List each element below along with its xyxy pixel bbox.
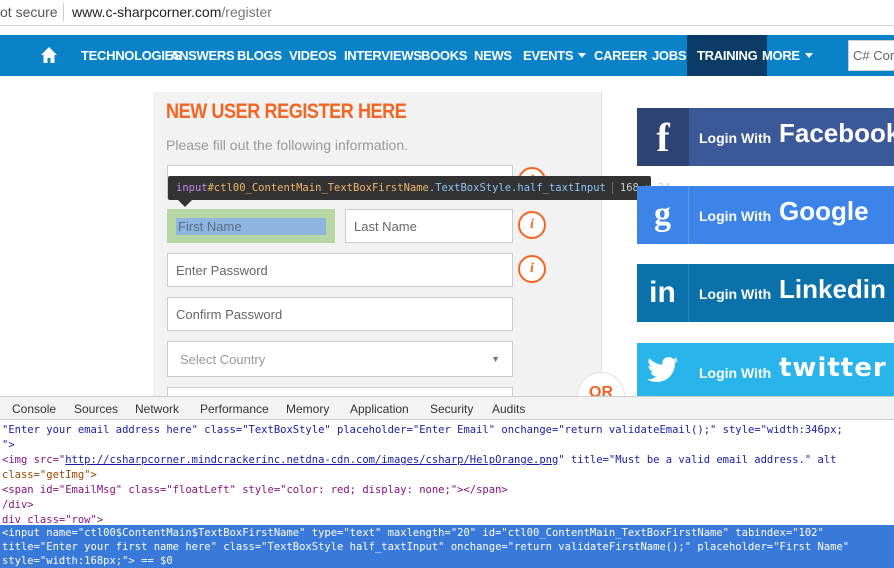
url-text[interactable]: www.c-sharpcorner.com/register (72, 4, 272, 20)
code-line-text: div class="row"> (2, 514, 104, 526)
tooltip-tag: input (176, 182, 208, 194)
tab-security[interactable]: Security (430, 402, 473, 416)
google-icon: g (637, 186, 689, 244)
google-login-button[interactable]: g Login With Google (637, 186, 894, 244)
code-line[interactable]: /div> (2, 498, 34, 513)
password-info-icon[interactable]: i (518, 255, 546, 283)
code-line-text: /div> (2, 499, 34, 511)
name-info-icon[interactable]: i (518, 211, 546, 239)
tooltip-classes: .TextBoxStyle.half_taxtInput (428, 182, 606, 194)
code-line[interactable]: "Enter your email address here" class="T… (2, 423, 843, 438)
form-subtitle: Please fill out the following informatio… (166, 137, 409, 153)
tooltip-arrow (178, 200, 192, 207)
code-link[interactable]: http://csharpcorner.mindcrackerinc.netdn… (65, 454, 558, 466)
last-name-placeholder: Last Name (354, 218, 417, 234)
nav-item-events[interactable]: EVENTS (523, 35, 587, 76)
elements-panel: "Enter your email address here" class="T… (0, 420, 894, 568)
code-line-text: "> (2, 439, 15, 451)
dropdown-arrow-icon: ▼ (491, 354, 500, 364)
nav-item-books[interactable]: BOOKS (421, 35, 467, 76)
code-line-selected[interactable]: style="width:168px;"> == $0 (2, 554, 173, 568)
nav-item-more[interactable]: MORE (762, 35, 813, 76)
nav-item-blogs[interactable]: BLOGS (237, 35, 282, 76)
security-indicator[interactable]: ot secure (0, 4, 58, 20)
code-line-text: class="getImg"> (2, 469, 97, 481)
password-field[interactable]: Enter Password (167, 253, 513, 287)
twitter-login-prefix: Login With (699, 365, 772, 381)
address-bar[interactable]: ot secure www.c-sharpcorner.com/register (0, 0, 894, 26)
chevron-down-icon (804, 53, 813, 58)
nav-item-career[interactable]: CAREER (594, 35, 647, 76)
inspect-tooltip: input#ctl00_ContentMain_TextBoxFirstName… (168, 176, 671, 200)
country-placeholder: Select Country (180, 351, 266, 367)
home-icon[interactable] (40, 46, 58, 64)
code-line-selected[interactable]: title="Enter your first name here" class… (2, 540, 849, 555)
code-line-text: style="width:168px;"> == $0 (2, 555, 173, 567)
last-name-field[interactable]: Last Name (345, 209, 513, 243)
facebook-login-prefix: Login With (699, 130, 772, 146)
nav-item-jobs[interactable]: JOBS (652, 35, 687, 76)
tab-performance[interactable]: Performance (200, 402, 269, 416)
screen: ot secure www.c-sharpcorner.com/register… (0, 0, 894, 568)
code-line-text: title="Enter your first name here" class… (2, 541, 850, 553)
facebook-login-brand: Facebook (779, 118, 894, 148)
confirm-password-field[interactable]: Confirm Password (167, 297, 513, 331)
search-input[interactable]: C# Cor (848, 40, 894, 71)
nav-item-answers[interactable]: ANSWERS (170, 35, 235, 76)
tab-memory[interactable]: Memory (286, 402, 329, 416)
facebook-icon: f (637, 108, 689, 166)
facebook-login-button[interactable]: f Login With Facebook (637, 108, 894, 166)
code-line[interactable]: "> (2, 438, 15, 453)
google-login-brand: Google (779, 196, 869, 226)
nav-item-technologies[interactable]: TECHNOLOGIES (81, 35, 182, 76)
code-line-text: <input name="ctl00$ContentMain$TextBoxFi… (2, 527, 824, 539)
code-line[interactable]: <img src="http://csharpcorner.mindcracke… (2, 453, 836, 468)
tab-audits[interactable]: Audits (492, 402, 525, 416)
nav-item-news[interactable]: NEWS (474, 35, 512, 76)
twitter-bird-icon (637, 343, 689, 396)
nav-item-videos[interactable]: VIDEOS (289, 35, 337, 76)
code-line[interactable]: <span id="EmailMsg" class="floatLeft" st… (2, 483, 508, 498)
password-placeholder: Enter Password (176, 262, 268, 278)
nav-item-interviews[interactable]: INTERVIEWS (344, 35, 422, 76)
tab-network[interactable]: Network (135, 402, 179, 416)
linkedin-icon: in (637, 264, 689, 322)
linkedin-login-prefix: Login With (699, 286, 772, 302)
nav-item-training[interactable]: TRAINING (687, 35, 768, 76)
main-nav: TECHNOLOGIES ANSWERS BLOGS VIDEOS INTERV… (0, 35, 894, 76)
country-select[interactable]: Select Country ▼ (167, 341, 513, 377)
code-line[interactable]: class="getImg"> (2, 468, 97, 483)
tab-sources[interactable]: Sources (74, 402, 118, 416)
google-login-prefix: Login With (699, 208, 772, 224)
nav-item-events-label: EVENTS (523, 48, 574, 63)
confirm-password-placeholder: Confirm Password (176, 306, 283, 322)
tab-application[interactable]: Application (350, 402, 409, 416)
twitter-login-brand: twitter (779, 353, 887, 383)
twitter-login-button[interactable]: Login With twitter (637, 343, 894, 396)
linkedin-login-button[interactable]: in Login With Linkedin (637, 264, 894, 322)
code-line-text: <span id="EmailMsg" class="floatLeft" st… (2, 484, 508, 496)
linkedin-login-brand: Linkedin (779, 274, 886, 304)
url-host: www.c-sharpcorner.com (72, 4, 222, 20)
code-line-text: <img src=" (2, 454, 66, 466)
tab-console[interactable]: Console (12, 402, 56, 416)
code-line-text: "Enter your email address here" class="T… (2, 424, 843, 436)
devtools-tabbar: Console Sources Network Performance Memo… (0, 396, 894, 420)
nav-item-more-label: MORE (762, 48, 800, 63)
page-title: NEW USER REGISTER HERE (166, 100, 407, 123)
tooltip-id: #ctl00_ContentMain_TextBoxFirstName (207, 182, 429, 194)
first-name-placeholder: First Name (176, 217, 326, 235)
first-name-field[interactable]: First Name (167, 209, 335, 243)
chevron-down-icon (578, 53, 587, 58)
address-divider (63, 3, 64, 21)
url-path: /register (221, 4, 272, 20)
code-line-text: " title="Must be a valid email address."… (558, 454, 837, 466)
code-line-selected[interactable]: <input name="ctl00$ContentMain$TextBoxFi… (2, 526, 824, 541)
